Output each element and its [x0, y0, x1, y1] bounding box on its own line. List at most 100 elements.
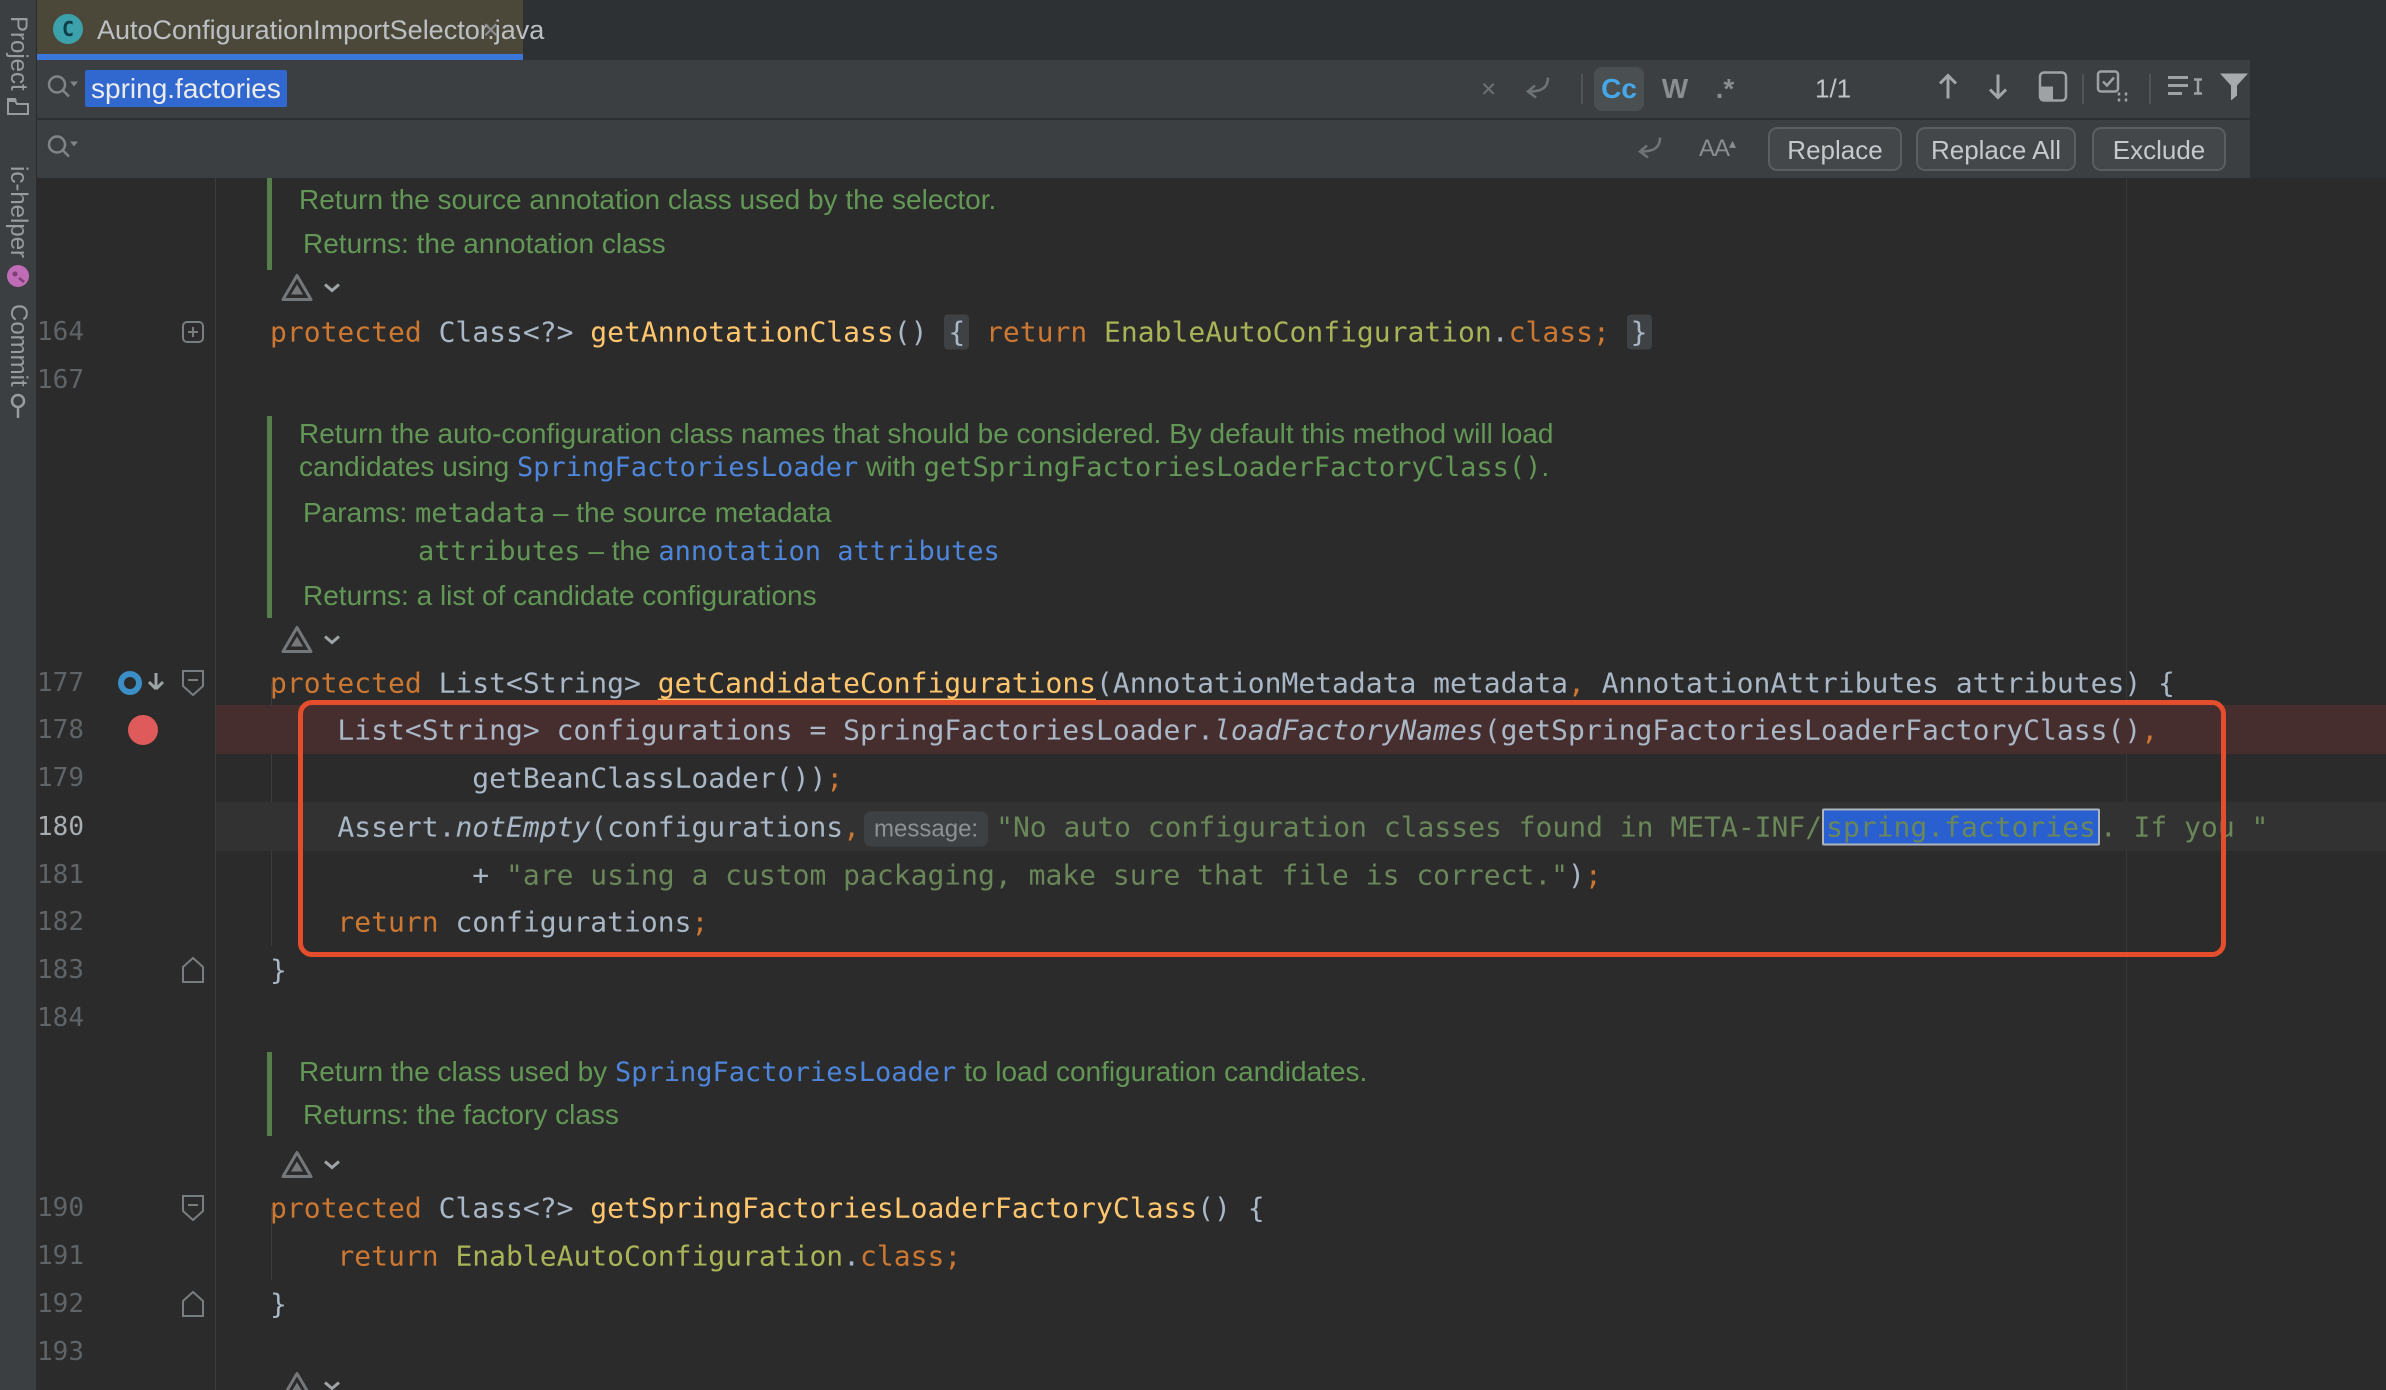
search-options-icon[interactable] — [2165, 72, 2203, 107]
breakpoint-icon[interactable] — [128, 715, 158, 745]
code-segment — [1610, 316, 1627, 349]
annotation-icon-row — [0, 1371, 2386, 1390]
code-line-191[interactable]: 191 return EnableAutoConfiguration.class… — [0, 1232, 2386, 1280]
doc-text: candidates using SpringFactoriesLoader w… — [299, 451, 1549, 483]
code-line-167[interactable]: 167 — [0, 356, 2386, 404]
folder-icon — [0, 97, 36, 120]
code-segment: . — [1492, 316, 1509, 349]
annotation-icon-row — [0, 1150, 2386, 1186]
plugin-icon — [0, 264, 36, 293]
stripe-item-ic-helper[interactable]: ic-helper — [0, 166, 36, 293]
doc-link[interactable]: SpringFactoriesLoader — [517, 452, 858, 483]
doc-link[interactable]: SpringFactoriesLoader — [615, 1057, 956, 1088]
code-segment: class — [860, 1240, 944, 1273]
class-icon: C — [53, 14, 83, 44]
code-segment: metadata — [415, 498, 545, 529]
search-icon[interactable] — [45, 72, 79, 107]
code-segment: return — [986, 316, 1104, 349]
annotation-icon[interactable] — [280, 1150, 314, 1187]
doc-line: Returns: the factory class — [0, 1095, 2386, 1135]
newline-icon[interactable] — [1635, 133, 1665, 166]
next-occurrence-icon[interactable] — [1985, 71, 2011, 108]
preserve-case-icon[interactable]: AA▴ — [1699, 135, 1735, 163]
code-segment: () — [894, 316, 945, 349]
match-counter: 1/1 — [1815, 74, 1851, 105]
divider — [1581, 74, 1583, 104]
doc-line: Returns: a list of candidate configurati… — [0, 576, 2386, 616]
search-query-text: spring.factories — [85, 70, 287, 107]
code-line-184[interactable]: 184 — [0, 994, 2386, 1042]
code-editor[interactable]: Return the source annotation class used … — [0, 178, 2386, 1390]
tab-close-icon[interactable]: × — [483, 14, 499, 46]
code-line-190[interactable]: 190protected Class<?> getSpringFactories… — [0, 1184, 2386, 1232]
code-text: } — [270, 1288, 287, 1321]
replace-all-button[interactable]: Replace All — [1916, 127, 2076, 171]
code-text: protected List<String> getCandidateConfi… — [270, 667, 2175, 700]
code-line-193[interactable]: 193 — [0, 1328, 2386, 1376]
code-segment: protected — [270, 1192, 439, 1225]
replace-button[interactable]: Replace — [1768, 127, 1902, 171]
match-case-toggle[interactable]: Cc — [1594, 67, 1644, 111]
chevron-down-icon[interactable] — [314, 1159, 342, 1178]
newline-icon[interactable] — [1523, 73, 1553, 106]
code-segment: – the source metadata — [545, 497, 831, 528]
open-in-find-window-icon[interactable] — [2037, 70, 2069, 109]
annotation-rectangle — [298, 700, 2226, 957]
code-segment: List<String> — [439, 667, 658, 700]
code-segment: Class<?> — [439, 1192, 591, 1225]
doc-link[interactable]: annotation attributes — [658, 536, 999, 567]
code-segment: attributes — [418, 536, 581, 567]
ide-window: C AutoConfigurationImportSelector.java ×… — [0, 0, 2386, 1390]
code-segment: EnableAutoConfiguration — [455, 1240, 843, 1273]
doc-text: Returns: a list of candidate configurati… — [303, 580, 817, 612]
doc-text: Returns: the factory class — [303, 1099, 619, 1131]
clear-search-icon[interactable]: × — [1481, 74, 1496, 105]
regex-toggle[interactable]: .* — [1700, 67, 1750, 111]
stripe-label: Project — [4, 16, 32, 91]
stripe-item-commit[interactable]: Commit — [0, 304, 36, 424]
chevron-down-icon[interactable] — [314, 634, 342, 653]
filter-icon[interactable] — [2217, 71, 2251, 108]
whole-words-toggle[interactable]: W — [1650, 67, 1700, 111]
doc-line: Return the source annotation class used … — [0, 178, 2386, 222]
annotation-icon-row — [0, 625, 2386, 661]
doc-text: Params: metadata – the source metadata — [303, 497, 831, 529]
previous-occurrence-icon[interactable] — [1935, 71, 1961, 108]
chevron-down-icon[interactable] — [314, 1380, 342, 1390]
code-segment: Return the class used by — [299, 1056, 615, 1087]
doc-text: Return the auto-configuration class name… — [299, 418, 1554, 450]
code-line-192[interactable]: 192} — [0, 1280, 2386, 1328]
code-segment: candidates using — [299, 451, 517, 482]
annotation-icon[interactable] — [280, 625, 314, 662]
code-segment: } — [1627, 315, 1652, 350]
code-segment: to load configuration candidates. — [956, 1056, 1367, 1087]
editor-tab[interactable]: C AutoConfigurationImportSelector.java × — [37, 0, 523, 60]
replace-field-icon[interactable] — [45, 132, 79, 167]
code-segment: getSpringFactoriesLoaderFactoryClass — [590, 1192, 1197, 1225]
doc-line: candidates using SpringFactoriesLoader w… — [0, 447, 2386, 487]
chevron-down-icon[interactable] — [314, 282, 342, 301]
code-segment: return — [270, 1240, 455, 1273]
code-segment: EnableAutoConfiguration — [1104, 316, 1492, 349]
exclude-button[interactable]: Exclude — [2092, 127, 2226, 171]
code-segment: protected — [270, 316, 439, 349]
code-segment: Return the auto-configuration class name… — [299, 418, 1554, 449]
code-text: return EnableAutoConfiguration.class; — [270, 1240, 961, 1273]
doc-text: attributes – the annotation attributes — [418, 535, 1000, 567]
annotation-icon[interactable] — [280, 1371, 314, 1390]
annotation-icon[interactable] — [280, 273, 314, 310]
code-text: protected Class<?> getSpringFactoriesLoa… — [270, 1192, 1265, 1225]
stripe-item-project[interactable]: Project — [0, 16, 36, 120]
code-segment: (AnnotationMetadata metadata — [1096, 667, 1568, 700]
code-segment: , — [1568, 667, 1585, 700]
code-segment: protected — [270, 667, 439, 700]
doc-text: Returns: the annotation class — [303, 228, 666, 260]
code-line-164[interactable]: 164protected Class<?> getAnnotationClass… — [0, 308, 2386, 356]
search-input[interactable]: spring.factories — [85, 73, 287, 105]
code-segment: Params: — [303, 497, 415, 528]
replace-row: AA▴ Replace Replace All Exclude — [37, 120, 2250, 178]
code-segment: ; — [1593, 316, 1610, 349]
code-segment: } — [270, 1288, 287, 1321]
code-segment: getSpringFactoriesLoaderFactoryClass() — [924, 452, 1542, 483]
select-all-occurrences-icon[interactable] — [2095, 69, 2131, 110]
